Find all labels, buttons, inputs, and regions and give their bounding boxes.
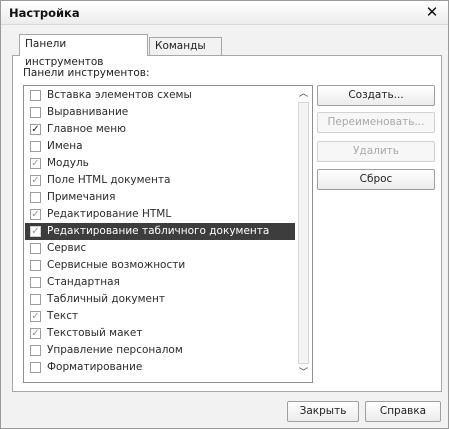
toolbar-list-item[interactable]: Форматирование bbox=[25, 359, 295, 376]
checkbox-checked-icon[interactable]: ✓ bbox=[30, 158, 41, 169]
create-button[interactable]: Создать... bbox=[317, 85, 435, 106]
toolbar-list-item[interactable]: Выравнивание bbox=[25, 104, 295, 121]
checkbox-unchecked-icon[interactable] bbox=[30, 294, 41, 305]
checkbox-checked-icon[interactable]: ✓ bbox=[30, 311, 41, 322]
help-button[interactable]: Справка bbox=[365, 401, 441, 422]
checkbox-unchecked-icon[interactable] bbox=[30, 260, 41, 271]
checkbox-unchecked-icon[interactable] bbox=[30, 277, 41, 288]
toolbar-list-item-label: Форматирование bbox=[47, 361, 143, 373]
checkbox-unchecked-icon[interactable] bbox=[30, 90, 41, 101]
toolbar-list-item-label: Имена bbox=[47, 140, 83, 152]
toolbar-list-item-label: Редактирование HTML bbox=[47, 208, 172, 220]
tab-commands[interactable]: Команды bbox=[149, 37, 222, 55]
toolbar-list-item-label: Управление персоналом bbox=[47, 344, 183, 356]
toolbar-list-item[interactable]: Сервис bbox=[25, 240, 295, 257]
checkbox-unchecked-icon[interactable] bbox=[30, 243, 41, 254]
settings-dialog: Настройка ✕ Панели инструментов Команды … bbox=[0, 0, 449, 429]
toolbars-listbox[interactable]: Вставка элементов схемы Выравнивание ✓ Глав… bbox=[23, 85, 313, 383]
scroll-down-icon[interactable]: ﹀ bbox=[297, 367, 310, 380]
toolbar-list-item[interactable]: Вставка элементов схемы bbox=[25, 87, 295, 104]
scroll-up-icon[interactable]: ︿ bbox=[297, 88, 310, 101]
toolbar-list-item-label: Модуль bbox=[47, 157, 89, 169]
toolbar-list-item-label: Выравнивание bbox=[47, 106, 129, 118]
checkbox-unchecked-icon[interactable] bbox=[30, 345, 41, 356]
checkbox-checked-icon[interactable]: ✓ bbox=[30, 175, 41, 186]
toolbar-list-item[interactable]: Имена bbox=[25, 138, 295, 155]
rename-button[interactable]: Переименовать... bbox=[317, 112, 435, 133]
checkbox-unchecked-icon[interactable] bbox=[30, 192, 41, 203]
toolbar-list-item-label: Редактирование табличного документа bbox=[47, 225, 270, 237]
toolbar-list-item[interactable]: ✓ Текстовый макет bbox=[25, 325, 295, 342]
checkbox-checked-icon[interactable]: ✓ bbox=[30, 209, 41, 220]
toolbar-list-item-label: Поле HTML документа bbox=[47, 174, 171, 186]
list-scrollbar[interactable]: ︿ ﹀ bbox=[296, 87, 311, 381]
toolbar-list-item-label: Главное меню bbox=[47, 123, 126, 135]
tab-toolbars[interactable]: Панели инструментов bbox=[19, 34, 148, 68]
toolbar-list-item[interactable]: Сервисные возможности bbox=[25, 257, 295, 274]
delete-button[interactable]: Удалить bbox=[317, 141, 435, 162]
toolbar-list-item[interactable]: ✓ Редактирование HTML bbox=[25, 206, 295, 223]
toolbar-list-item[interactable]: Управление персоналом bbox=[25, 342, 295, 359]
checkbox-checked-icon[interactable]: ✓ bbox=[30, 328, 41, 339]
toolbar-list-item-label: Примечания bbox=[47, 191, 116, 203]
toolbar-list-item[interactable]: ✓ Текст bbox=[25, 308, 295, 325]
close-icon[interactable]: ✕ bbox=[422, 2, 442, 22]
toolbar-list-item[interactable]: Стандартная bbox=[25, 274, 295, 291]
toolbar-list-item[interactable]: ✓ Поле HTML документа bbox=[25, 172, 295, 189]
toolbar-list-item[interactable]: Примечания bbox=[25, 189, 295, 206]
checkbox-checked-icon[interactable]: ✓ bbox=[30, 124, 41, 135]
toolbar-list-item[interactable]: ✓ Редактирование табличного документа bbox=[25, 223, 295, 240]
reset-button[interactable]: Сброс bbox=[317, 169, 435, 190]
toolbar-list-item-label: Стандартная bbox=[47, 276, 120, 288]
toolbar-list-item-label: Текст bbox=[47, 310, 79, 322]
checkbox-checked-icon[interactable]: ✓ bbox=[30, 226, 41, 237]
toolbar-list-item[interactable]: ✓ Модуль bbox=[25, 155, 295, 172]
toolbar-list-item[interactable]: ✓ Главное меню bbox=[25, 121, 295, 138]
toolbar-list-item-label: Вставка элементов схемы bbox=[47, 89, 192, 101]
toolbar-list-item-label: Табличный документ bbox=[47, 293, 165, 305]
dialog-title: Настройка bbox=[9, 6, 80, 20]
scroll-thumb[interactable] bbox=[298, 102, 309, 364]
title-bar: Настройка ✕ bbox=[1, 1, 448, 25]
toolbar-list-item-label: Сервис bbox=[47, 242, 87, 254]
toolbar-list-item-label: Текстовый макет bbox=[47, 327, 143, 339]
checkbox-unchecked-icon[interactable] bbox=[30, 141, 41, 152]
checkbox-unchecked-icon[interactable] bbox=[30, 107, 41, 118]
close-button[interactable]: Закрыть bbox=[287, 401, 359, 422]
checkbox-unchecked-icon[interactable] bbox=[30, 362, 41, 373]
toolbar-list-item-label: Сервисные возможности bbox=[47, 259, 186, 271]
toolbar-list-item[interactable]: Табличный документ bbox=[25, 291, 295, 308]
